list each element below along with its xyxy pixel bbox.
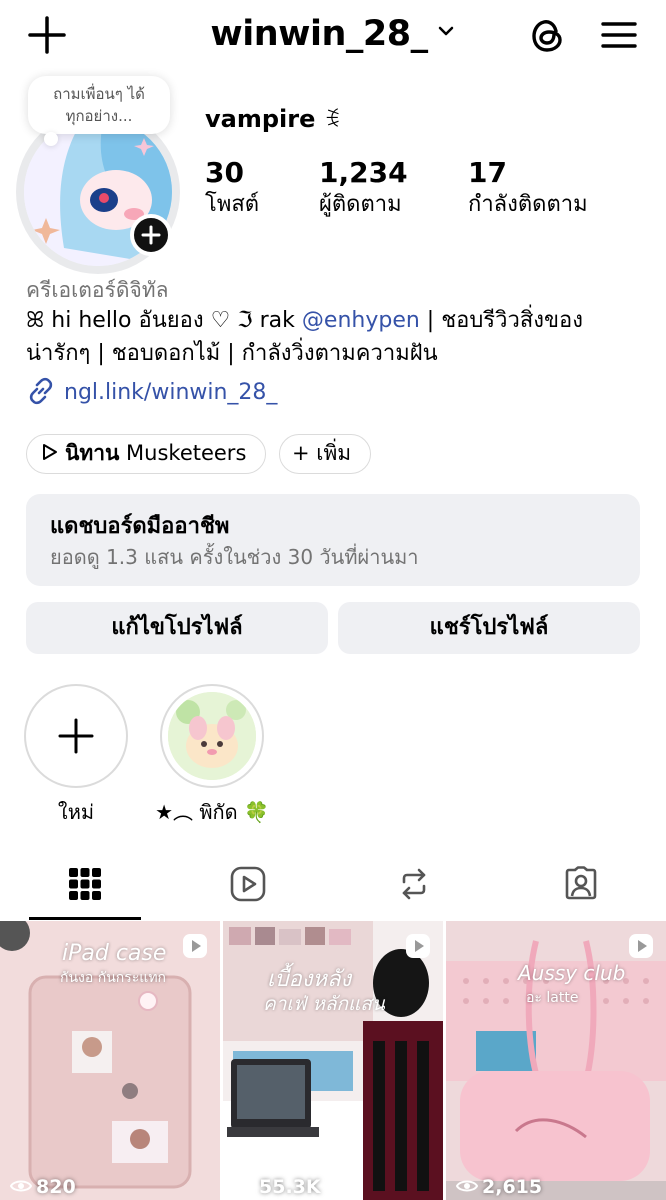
- note-line-1: ถามเพื่อนๆ ได้: [53, 85, 145, 103]
- play-icon: [43, 444, 57, 460]
- reels-icon: [230, 866, 266, 902]
- tab-posts-grid[interactable]: [29, 858, 141, 920]
- music-chip-artist: Musketeers: [119, 441, 247, 465]
- post-3-views: 2,615: [455, 1176, 543, 1198]
- post-thumbnail-3[interactable]: Aussy club อะ latte 2,615: [446, 921, 666, 1200]
- profile-link-text: ngl.link/winwin_28_: [64, 380, 278, 405]
- dashboard-subtitle: ยอดดู 1.3 แสน ครั้งในช่วง 30 วันที่ผ่านม…: [50, 545, 419, 569]
- display-name-symbol: ꉂ: [323, 108, 341, 133]
- bio-text-2: | ชอบรีวิวสิ่งของ: [419, 308, 583, 333]
- reel-badge-icon: [183, 934, 207, 958]
- bio-line-1: ꕤ hi hello อันยอง ♡ ℑ rak @enhypen | ชอบ…: [26, 304, 646, 337]
- eye-icon: [455, 1180, 479, 1192]
- add-story-button[interactable]: [130, 214, 172, 256]
- note-tail: [44, 132, 58, 146]
- stat-posts-value: 30: [205, 156, 244, 189]
- stat-followers-label: ผู้ติดตาม: [319, 192, 402, 217]
- post-3-view-count: 2,615: [482, 1176, 543, 1198]
- tab-reels[interactable]: [192, 858, 304, 920]
- post-thumbnail-2[interactable]: เบื้องหลัง คาเฟ่ หลักแสน 55.3K: [223, 921, 443, 1200]
- highlight-new-label: ใหม่: [57, 800, 95, 824]
- tab-tagged[interactable]: [525, 858, 637, 920]
- menu-hamburger-icon[interactable]: [598, 14, 640, 56]
- add-chip-button[interactable]: + เพิ่ม: [279, 434, 371, 474]
- plus-icon: [58, 718, 94, 754]
- professional-dashboard[interactable]: แดชบอร์ดมืออาชีพ ยอดดู 1.3 แสน ครั้งในช่…: [26, 494, 640, 586]
- plus-icon: [141, 225, 161, 245]
- stat-posts[interactable]: 30 โพสต์: [205, 156, 259, 220]
- post-3-overlay-title: Aussy club: [518, 961, 626, 985]
- highlight-location-label: ★︵ พิกัด 🍀: [155, 800, 269, 824]
- reel-badge-icon: [406, 934, 430, 958]
- reel-badge-icon: [629, 934, 653, 958]
- display-name: vampire ꉂ: [205, 104, 341, 133]
- share-profile-button[interactable]: แชร์โปรไฟล์: [338, 602, 640, 654]
- display-name-text: vampire: [205, 105, 316, 133]
- post-1-overlay-title: iPad case: [62, 941, 167, 966]
- edit-profile-button[interactable]: แก้ไขโปรไฟล์: [26, 602, 328, 654]
- post-thumbnail-1[interactable]: iPad case กันงอ กันกระแทก 820: [0, 921, 220, 1200]
- post-2-view-count: 55.3K: [259, 1176, 321, 1198]
- highlight-location[interactable]: [160, 684, 264, 788]
- stat-following-label: กำลังติดตาม: [468, 192, 588, 217]
- post-2-views: 55.3K: [232, 1176, 321, 1198]
- music-chip-title: นิทาน: [65, 441, 120, 465]
- dashboard-title: แดชบอร์ดมืออาชีพ: [50, 514, 230, 539]
- bio-mention-link[interactable]: @enhypen: [302, 308, 420, 333]
- post-1-view-count: 820: [36, 1176, 76, 1198]
- post-1-overlay-subtitle: กันงอ กันกระแทก: [60, 970, 167, 986]
- header-username: winwin_28_: [210, 14, 428, 54]
- note-line-2: ทุกอย่าง...: [65, 107, 133, 125]
- eye-icon: [9, 1180, 33, 1192]
- music-chip[interactable]: นิทาน Musketeers: [26, 434, 266, 474]
- highlight-cover-image: [168, 692, 256, 780]
- new-highlight-button[interactable]: [24, 684, 128, 788]
- stat-following[interactable]: 17 กำลังติดตาม: [468, 156, 588, 220]
- grid-icon: [69, 868, 101, 900]
- chevron-down-icon: [438, 26, 453, 36]
- add-chip-label: + เพิ่ม: [292, 441, 352, 465]
- post-1-views: 820: [9, 1176, 76, 1198]
- profile-tabs: [0, 858, 666, 920]
- post-3-overlay-subtitle: อะ latte: [526, 990, 579, 1006]
- stat-followers[interactable]: 1,234 ผู้ติดตาม: [319, 156, 408, 220]
- bio-text-1: ꕤ hi hello อันยอง ♡ ℑ rak: [26, 308, 302, 333]
- profile-category: ครีเอเตอร์ดิจิทัล: [26, 278, 169, 302]
- profile-bio: ꕤ hi hello อันยอง ♡ ℑ rak @enhypen | ชอบ…: [26, 304, 646, 370]
- top-bar: winwin_28_: [0, 0, 666, 72]
- post-2-overlay-subtitle: คาเฟ่ หลักแสน: [263, 993, 385, 1015]
- bio-line-2: น่ารักๆ | ชอบดอกไม้ | กำลังวิ่งตามความฝั…: [26, 341, 438, 366]
- stat-posts-label: โพสต์: [205, 192, 260, 217]
- eye-icon: [232, 1180, 256, 1192]
- stat-followers-value: 1,234: [319, 156, 408, 189]
- stat-following-value: 17: [468, 156, 507, 189]
- threads-icon[interactable]: [526, 14, 568, 56]
- tagged-person-icon: [565, 866, 597, 900]
- tab-reposts[interactable]: [358, 858, 470, 920]
- profile-link[interactable]: ngl.link/winwin_28_: [26, 377, 278, 406]
- link-icon: [29, 377, 53, 405]
- note-bubble[interactable]: ถามเพื่อนๆ ได้ ทุกอย่าง...: [28, 76, 170, 134]
- repost-icon: [402, 868, 426, 900]
